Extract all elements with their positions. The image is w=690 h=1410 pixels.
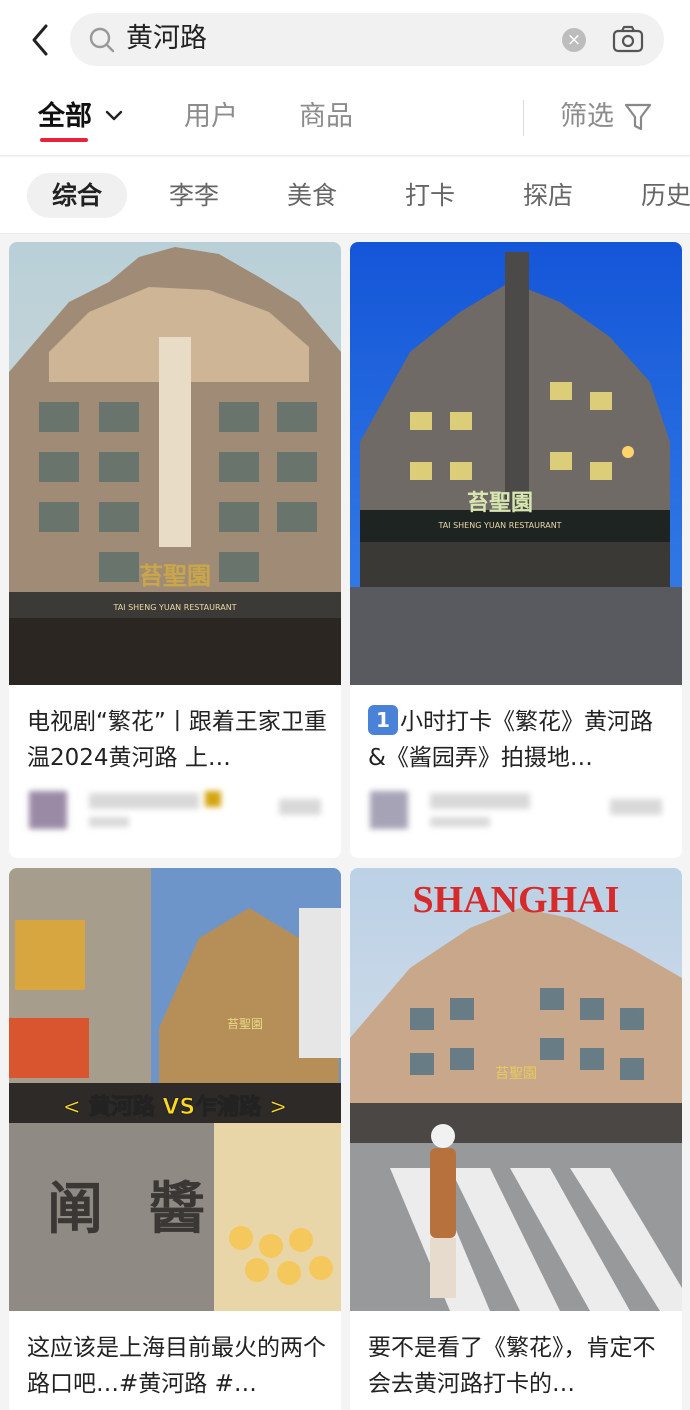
clear-icon[interactable]: × [562,28,586,52]
overlay-text: SHANGHAI [413,879,620,921]
sign-subtext: TAI SHENG YUAN RESTAURANT [112,603,236,612]
chip-lili[interactable]: 李李 [158,173,230,218]
tab-users[interactable]: 用户 [184,100,238,134]
active-tab-indicator [40,138,88,142]
note-title[interactable]: 电视剧“繁花”丨跟着王家卫重温2024黄河路 上… [27,704,327,776]
sign-subtext: TAI SHENG YUAN RESTAURANT [437,521,561,530]
note-cover-image: 阐 醬 < 黄河路 VS乍浦路 > 苔聖園 [9,868,341,1311]
overlay-text: < 黄河路 VS乍浦路 > [63,1094,288,1120]
svg-text:醬: 醬 [149,1177,205,1242]
note-cover-image: 苔聖園 TAI SHENG YUAN RESTAURANT [350,242,682,685]
tab-all[interactable]: 全部 [38,100,92,134]
filter-icon[interactable] [624,102,652,132]
sign-text: 苔聖園 [139,562,211,590]
author-row-blurred [368,787,668,833]
search-icon [89,27,115,53]
note-card[interactable]: 苔聖園 TAI SHENG YUAN RESTAURANT 1 小时打卡《繁花》黄… [350,242,682,858]
tab-products[interactable]: 商品 [299,100,353,134]
filter-label[interactable]: 筛选 [560,100,614,134]
search-input[interactable]: 黄河路 [126,23,207,55]
search-bar[interactable]: 黄河路 × [70,13,664,66]
chip-history[interactable]: 历史 [630,173,690,218]
sign-text: 苔聖園 [495,1065,537,1082]
note-title[interactable]: 要不是看了《繁花》，肯定不会去黄河路打卡的… [368,1330,668,1402]
sign-text: 苔聖園 [227,1017,263,1031]
divider [523,100,524,136]
chip-comprehensive[interactable]: 综合 [27,173,127,218]
number-badge: 1 [368,705,398,735]
chip-food[interactable]: 美食 [276,173,348,218]
chevron-down-icon[interactable] [104,108,124,124]
note-cover-image: SHANGHAI 苔聖園 [350,868,682,1311]
note-card[interactable]: 苔聖園 TAI SHENG YUAN RESTAURANT 电视剧“繁花”丨跟着… [9,242,341,858]
sign-text: 苔聖園 [467,491,533,516]
chip-checkin[interactable]: 打卡 [394,173,466,218]
category-chips: 综合 李李 美食 打卡 探店 历史 [0,157,690,234]
camera-icon[interactable] [612,24,644,54]
chip-explore[interactable]: 探店 [512,173,584,218]
top-bar: 黄河路 × [0,0,690,78]
svg-text:阐: 阐 [47,1177,103,1242]
note-title[interactable]: 这应该是上海目前最火的两个路口吧…#黄河路 #… [27,1330,327,1402]
note-card[interactable]: SHANGHAI 苔聖園 要不是看了《繁花》，肯定不会去黄河路打卡的… [350,868,682,1410]
note-card[interactable]: 阐 醬 < 黄河路 VS乍浦路 > 苔聖園 这应该是上海目前最火的两个路口吧…#… [9,868,341,1410]
back-arrow-icon[interactable] [24,20,60,60]
author-row-blurred [27,787,327,833]
note-cover-image: 苔聖園 TAI SHENG YUAN RESTAURANT [9,242,341,685]
note-title[interactable]: 1 小时打卡《繁花》黄河路&《酱园弄》拍摄地… [368,704,668,776]
primary-tabs: 全部 用户 商品 筛选 [0,78,690,156]
